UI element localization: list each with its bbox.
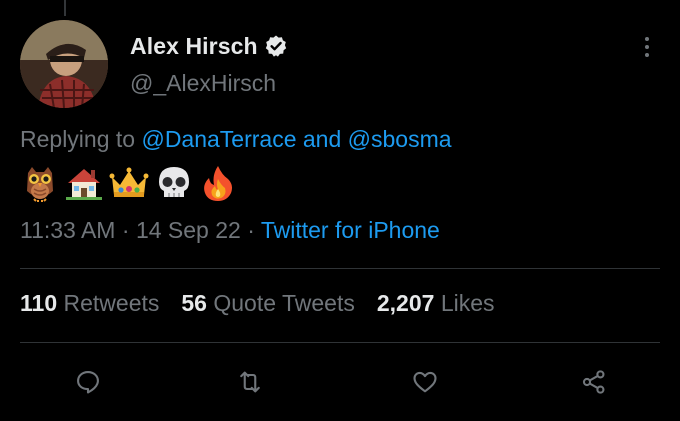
retweet-icon <box>240 371 260 393</box>
more-options-button[interactable] <box>636 32 658 62</box>
meta-separator: · <box>121 217 130 243</box>
like-icon <box>413 371 437 393</box>
divider <box>20 342 660 343</box>
retweets-count: 110 <box>20 290 58 316</box>
author-display-name[interactable]: Alex Hirsch <box>130 33 258 60</box>
more-dot-icon <box>645 53 649 57</box>
likes-count: 2,207 <box>376 290 435 316</box>
house-emoji-icon <box>64 163 104 203</box>
share-icon <box>582 370 605 394</box>
like-button[interactable] <box>405 362 445 402</box>
tweet-action-bar <box>0 362 680 404</box>
quote-tweets-stat[interactable]: 56 Quote Tweets <box>181 290 354 317</box>
mention-link-danaterrace[interactable]: @DanaTerrace <box>141 126 296 152</box>
mention-link-sbosma[interactable]: @sbosma <box>348 126 452 152</box>
tweet-source-link[interactable]: Twitter for iPhone <box>261 217 440 243</box>
retweet-button[interactable] <box>230 362 270 402</box>
reply-icon <box>77 371 99 394</box>
replying-to-line: Replying to @DanaTerrace and @sbosma <box>20 126 452 153</box>
share-button[interactable] <box>574 362 614 402</box>
retweets-label: Retweets <box>63 290 160 316</box>
tweet-timestamp-row: 11:33 AM · 14 Sep 22 · Twitter for iPhon… <box>20 217 440 244</box>
thread-connector-line <box>64 0 66 16</box>
likes-stat[interactable]: 2,207 Likes <box>377 290 495 317</box>
replying-prefix: Replying to <box>20 126 136 152</box>
tweet-date[interactable]: 14 Sep 22 <box>136 217 241 243</box>
author-name-row[interactable]: Alex Hirsch <box>130 30 288 62</box>
replying-joiner[interactable]: and <box>303 126 341 152</box>
tweet-time[interactable]: 11:33 AM <box>20 217 115 243</box>
owl-emoji-icon <box>20 163 60 203</box>
retweets-stat[interactable]: 110 Retweets <box>20 290 159 317</box>
quote-tweets-label: Quote Tweets <box>213 290 355 316</box>
avatar-image <box>20 20 108 108</box>
avatar[interactable] <box>20 20 108 108</box>
verified-badge-icon <box>264 34 288 58</box>
author-handle[interactable]: @_AlexHirsch <box>130 70 276 97</box>
tweet-body-emojis <box>20 162 238 204</box>
engagement-stats: 110 Retweets 56 Quote Tweets 2,207 Likes <box>20 290 495 317</box>
more-dot-icon <box>645 37 649 41</box>
reply-button[interactable] <box>68 362 108 402</box>
crown-emoji-icon <box>108 163 150 203</box>
divider <box>20 268 660 269</box>
skull-emoji-icon <box>154 163 194 203</box>
more-dot-icon <box>645 45 649 49</box>
likes-label: Likes <box>440 290 495 316</box>
fire-emoji-icon <box>198 163 238 203</box>
quote-tweets-count: 56 <box>181 290 207 316</box>
meta-separator: · <box>247 217 255 243</box>
